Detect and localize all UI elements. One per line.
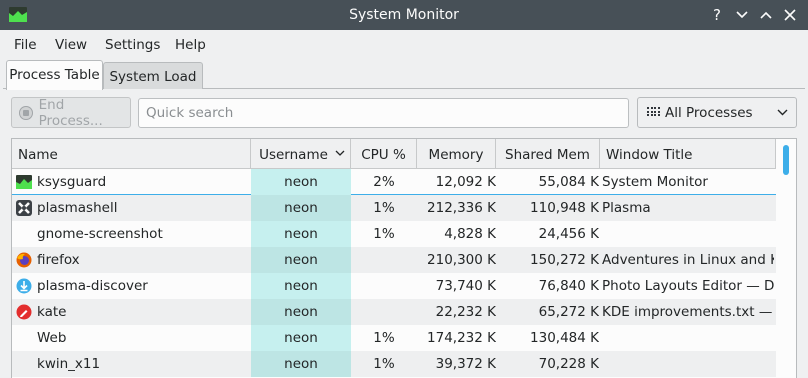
- menubar: File View Settings Help: [0, 30, 808, 58]
- process-shared-mem: 150,272 K: [530, 252, 599, 268]
- process-memory: 4,828 K: [444, 226, 496, 242]
- table-row[interactable]: kate neon 22,232 K 65,272 K KDE improvements…: [12, 299, 776, 325]
- table-row[interactable]: ksysguard neon 2% 12,092 K 55,084 K System Mo…: [12, 169, 776, 195]
- process-name: ksysguard: [37, 174, 107, 190]
- process-name: kwin_x11: [37, 356, 101, 372]
- column-header-username[interactable]: Username: [251, 139, 351, 169]
- process-shared-mem: 130,484 K: [530, 330, 599, 346]
- minimize-button[interactable]: [732, 5, 752, 25]
- process-username: neon: [284, 330, 318, 346]
- end-process-button[interactable]: End Process...: [11, 96, 131, 129]
- firefox-icon: [16, 252, 32, 268]
- quick-search-input[interactable]: [139, 99, 628, 127]
- process-name: plasma-discover: [37, 278, 148, 294]
- table-row[interactable]: Web neon 1% 174,232 K 130,484 K: [12, 325, 776, 351]
- process-shared-mem: 55,084 K: [538, 174, 599, 190]
- process-username: neon: [284, 356, 318, 372]
- process-memory: 210,300 K: [427, 252, 496, 268]
- ksysguard-icon: [16, 174, 32, 190]
- stop-icon: [19, 105, 33, 120]
- process-memory: 39,372 K: [435, 356, 496, 372]
- table-row[interactable]: kwin_x11 neon 1% 39,372 K 70,228 K: [12, 351, 776, 377]
- column-header-name[interactable]: Name: [12, 139, 251, 169]
- process-shared-mem: 70,228 K: [538, 356, 599, 372]
- column-header-shared-mem[interactable]: Shared Mem: [496, 139, 600, 169]
- process-shared-mem: 65,272 K: [538, 304, 599, 320]
- menu-help[interactable]: Help: [175, 37, 206, 53]
- process-filter-dropdown[interactable]: All Processes: [637, 97, 797, 128]
- maximize-button[interactable]: [756, 5, 776, 25]
- process-username: neon: [284, 226, 318, 242]
- process-name: kate: [37, 304, 67, 320]
- table-row[interactable]: plasma-discover neon 73,740 K 76,840 K Photo…: [12, 273, 776, 299]
- process-window-title: System Monitor: [602, 174, 708, 190]
- grid-icon: [647, 107, 660, 118]
- process-username: neon: [284, 200, 318, 216]
- tab-system-load[interactable]: System Load: [103, 62, 203, 89]
- kate-icon: [16, 304, 32, 320]
- process-memory: 22,232 K: [435, 304, 496, 320]
- process-window-title: Plasma: [602, 200, 651, 216]
- column-header-memory[interactable]: Memory: [417, 139, 496, 169]
- column-header-cpu[interactable]: CPU %: [351, 139, 417, 169]
- discover-icon: [16, 278, 32, 294]
- window-titlebar: System Monitor ?: [0, 0, 808, 30]
- process-name: plasmashell: [37, 200, 118, 216]
- table-header: Name Username CPU % Memory Shared Mem Wi…: [12, 139, 776, 169]
- process-shared-mem: 24,456 K: [538, 226, 599, 242]
- end-process-label: End Process...: [38, 96, 103, 129]
- process-cpu: 2%: [373, 174, 395, 190]
- process-username: neon: [284, 174, 318, 190]
- process-name: gnome-screenshot: [37, 226, 163, 242]
- process-memory: 174,232 K: [427, 330, 496, 346]
- plasma-icon: [16, 200, 32, 216]
- close-button[interactable]: [780, 5, 800, 25]
- process-name: Web: [37, 330, 67, 346]
- process-cpu: 1%: [373, 356, 395, 372]
- process-username: neon: [284, 304, 318, 320]
- quick-search-field: [138, 98, 629, 128]
- window-title: System Monitor: [349, 7, 459, 23]
- process-window-title: Photo Layouts Editor — Di...: [602, 278, 774, 294]
- process-memory: 12,092 K: [435, 174, 496, 190]
- process-memory: 212,336 K: [427, 200, 496, 216]
- process-username: neon: [284, 252, 318, 268]
- process-shared-mem: 76,840 K: [538, 278, 599, 294]
- chevron-down-icon: [777, 106, 788, 119]
- process-table: Name Username CPU % Memory Shared Mem Wi…: [11, 138, 797, 378]
- tab-process-table[interactable]: Process Table: [6, 60, 103, 90]
- menu-file[interactable]: File: [14, 37, 37, 53]
- process-cpu: 1%: [373, 330, 395, 346]
- menu-settings[interactable]: Settings: [105, 37, 160, 53]
- process-username: neon: [284, 278, 318, 294]
- table-row[interactable]: plasmashell neon 1% 212,336 K 110,948 K Plasm…: [12, 195, 776, 221]
- table-row[interactable]: gnome-screenshot neon 1% 4,828 K 24,456 K: [12, 221, 776, 247]
- process-cpu: 1%: [373, 200, 395, 216]
- help-icon[interactable]: ?: [707, 5, 727, 25]
- process-window-title: Adventures in Linux and K...: [602, 252, 774, 268]
- scrollbar-handle[interactable]: [783, 145, 789, 175]
- process-cpu: 1%: [373, 226, 395, 242]
- table-row[interactable]: firefox neon 210,300 K 150,272 K Adventures …: [12, 247, 776, 273]
- column-header-window-title[interactable]: Window Title: [600, 139, 776, 169]
- menu-view[interactable]: View: [55, 37, 87, 53]
- process-shared-mem: 110,948 K: [530, 200, 599, 216]
- column-header-username-label: Username: [259, 147, 328, 163]
- process-filter-value: All Processes: [665, 104, 753, 121]
- process-memory: 73,740 K: [435, 278, 496, 294]
- process-name: firefox: [37, 252, 80, 268]
- sort-descending-icon: [335, 147, 345, 160]
- process-window-title: KDE improvements.txt — ...: [602, 304, 774, 320]
